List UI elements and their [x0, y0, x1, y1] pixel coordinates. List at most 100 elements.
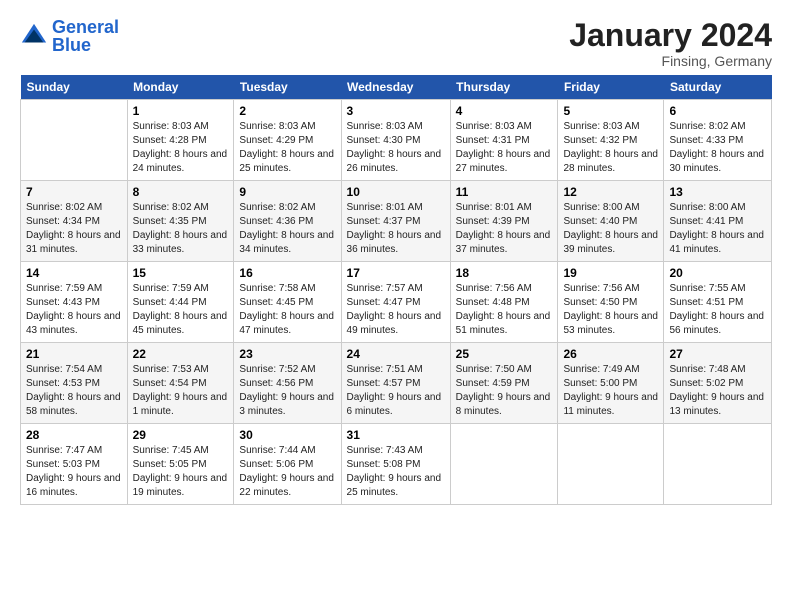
day-detail: Sunrise: 7:44 AMSunset: 5:06 PMDaylight:… [239, 445, 334, 498]
calendar-cell: 17 Sunrise: 7:57 AMSunset: 4:47 PMDaylig… [341, 262, 450, 343]
day-detail: Sunrise: 8:00 AMSunset: 4:40 PMDaylight:… [563, 202, 658, 255]
calendar-cell: 27 Sunrise: 7:48 AMSunset: 5:02 PMDaylig… [664, 343, 772, 424]
calendar-cell: 31 Sunrise: 7:43 AMSunset: 5:08 PMDaylig… [341, 424, 450, 505]
day-number: 21 [26, 347, 122, 361]
calendar-week-row: 14 Sunrise: 7:59 AMSunset: 4:43 PMDaylig… [21, 262, 772, 343]
day-number: 7 [26, 185, 122, 199]
col-header-saturday: Saturday [664, 75, 772, 100]
day-number: 15 [133, 266, 229, 280]
day-detail: Sunrise: 7:43 AMSunset: 5:08 PMDaylight:… [347, 445, 442, 498]
day-detail: Sunrise: 8:02 AMSunset: 4:33 PMDaylight:… [669, 121, 764, 174]
day-number: 1 [133, 104, 229, 118]
logo: General Blue [20, 18, 119, 54]
day-detail: Sunrise: 7:57 AMSunset: 4:47 PMDaylight:… [347, 283, 442, 336]
day-detail: Sunrise: 7:59 AMSunset: 4:44 PMDaylight:… [133, 283, 228, 336]
day-detail: Sunrise: 8:00 AMSunset: 4:41 PMDaylight:… [669, 202, 764, 255]
header: General Blue January 2024 Finsing, Germa… [20, 18, 772, 69]
calendar-cell: 30 Sunrise: 7:44 AMSunset: 5:06 PMDaylig… [234, 424, 341, 505]
day-detail: Sunrise: 8:03 AMSunset: 4:28 PMDaylight:… [133, 121, 228, 174]
calendar-cell: 15 Sunrise: 7:59 AMSunset: 4:44 PMDaylig… [127, 262, 234, 343]
calendar-cell: 26 Sunrise: 7:49 AMSunset: 5:00 PMDaylig… [558, 343, 664, 424]
calendar-cell [21, 100, 128, 181]
calendar-cell: 6 Sunrise: 8:02 AMSunset: 4:33 PMDayligh… [664, 100, 772, 181]
calendar-cell: 28 Sunrise: 7:47 AMSunset: 5:03 PMDaylig… [21, 424, 128, 505]
day-number: 16 [239, 266, 335, 280]
day-detail: Sunrise: 7:45 AMSunset: 5:05 PMDaylight:… [133, 445, 228, 498]
calendar-cell: 2 Sunrise: 8:03 AMSunset: 4:29 PMDayligh… [234, 100, 341, 181]
day-detail: Sunrise: 7:54 AMSunset: 4:53 PMDaylight:… [26, 364, 121, 417]
day-detail: Sunrise: 7:48 AMSunset: 5:02 PMDaylight:… [669, 364, 764, 417]
logo-text: General Blue [52, 18, 119, 54]
day-number: 11 [456, 185, 553, 199]
day-number: 26 [563, 347, 658, 361]
calendar-cell: 19 Sunrise: 7:56 AMSunset: 4:50 PMDaylig… [558, 262, 664, 343]
day-detail: Sunrise: 8:03 AMSunset: 4:32 PMDaylight:… [563, 121, 658, 174]
page-container: General Blue January 2024 Finsing, Germa… [0, 0, 792, 515]
day-number: 19 [563, 266, 658, 280]
month-title: January 2024 [569, 18, 772, 53]
calendar-table: SundayMondayTuesdayWednesdayThursdayFrid… [20, 75, 772, 505]
day-detail: Sunrise: 8:03 AMSunset: 4:29 PMDaylight:… [239, 121, 334, 174]
day-number: 29 [133, 428, 229, 442]
calendar-cell: 23 Sunrise: 7:52 AMSunset: 4:56 PMDaylig… [234, 343, 341, 424]
calendar-cell: 1 Sunrise: 8:03 AMSunset: 4:28 PMDayligh… [127, 100, 234, 181]
day-number: 13 [669, 185, 766, 199]
location: Finsing, Germany [569, 53, 772, 69]
day-number: 9 [239, 185, 335, 199]
day-number: 18 [456, 266, 553, 280]
day-number: 5 [563, 104, 658, 118]
day-detail: Sunrise: 8:02 AMSunset: 4:35 PMDaylight:… [133, 202, 228, 255]
calendar-cell: 25 Sunrise: 7:50 AMSunset: 4:59 PMDaylig… [450, 343, 558, 424]
col-header-friday: Friday [558, 75, 664, 100]
day-number: 2 [239, 104, 335, 118]
day-detail: Sunrise: 7:49 AMSunset: 5:00 PMDaylight:… [563, 364, 658, 417]
calendar-week-row: 21 Sunrise: 7:54 AMSunset: 4:53 PMDaylig… [21, 343, 772, 424]
day-number: 3 [347, 104, 445, 118]
day-number: 20 [669, 266, 766, 280]
day-detail: Sunrise: 7:58 AMSunset: 4:45 PMDaylight:… [239, 283, 334, 336]
calendar-cell: 29 Sunrise: 7:45 AMSunset: 5:05 PMDaylig… [127, 424, 234, 505]
day-detail: Sunrise: 7:55 AMSunset: 4:51 PMDaylight:… [669, 283, 764, 336]
title-block: January 2024 Finsing, Germany [569, 18, 772, 69]
day-number: 28 [26, 428, 122, 442]
calendar-cell: 13 Sunrise: 8:00 AMSunset: 4:41 PMDaylig… [664, 181, 772, 262]
calendar-cell: 20 Sunrise: 7:55 AMSunset: 4:51 PMDaylig… [664, 262, 772, 343]
day-detail: Sunrise: 7:47 AMSunset: 5:03 PMDaylight:… [26, 445, 121, 498]
day-detail: Sunrise: 8:03 AMSunset: 4:30 PMDaylight:… [347, 121, 442, 174]
day-detail: Sunrise: 7:59 AMSunset: 4:43 PMDaylight:… [26, 283, 121, 336]
day-detail: Sunrise: 8:02 AMSunset: 4:34 PMDaylight:… [26, 202, 121, 255]
day-number: 25 [456, 347, 553, 361]
calendar-cell: 11 Sunrise: 8:01 AMSunset: 4:39 PMDaylig… [450, 181, 558, 262]
day-number: 8 [133, 185, 229, 199]
day-number: 6 [669, 104, 766, 118]
day-number: 17 [347, 266, 445, 280]
calendar-cell: 3 Sunrise: 8:03 AMSunset: 4:30 PMDayligh… [341, 100, 450, 181]
calendar-cell: 22 Sunrise: 7:53 AMSunset: 4:54 PMDaylig… [127, 343, 234, 424]
day-detail: Sunrise: 8:02 AMSunset: 4:36 PMDaylight:… [239, 202, 334, 255]
day-detail: Sunrise: 7:51 AMSunset: 4:57 PMDaylight:… [347, 364, 442, 417]
calendar-cell: 18 Sunrise: 7:56 AMSunset: 4:48 PMDaylig… [450, 262, 558, 343]
day-detail: Sunrise: 7:53 AMSunset: 4:54 PMDaylight:… [133, 364, 228, 417]
calendar-cell: 10 Sunrise: 8:01 AMSunset: 4:37 PMDaylig… [341, 181, 450, 262]
calendar-cell: 5 Sunrise: 8:03 AMSunset: 4:32 PMDayligh… [558, 100, 664, 181]
calendar-cell: 12 Sunrise: 8:00 AMSunset: 4:40 PMDaylig… [558, 181, 664, 262]
logo-icon [20, 22, 48, 50]
day-number: 24 [347, 347, 445, 361]
day-detail: Sunrise: 7:56 AMSunset: 4:50 PMDaylight:… [563, 283, 658, 336]
col-header-monday: Monday [127, 75, 234, 100]
calendar-cell [450, 424, 558, 505]
day-number: 14 [26, 266, 122, 280]
calendar-cell: 16 Sunrise: 7:58 AMSunset: 4:45 PMDaylig… [234, 262, 341, 343]
calendar-cell: 9 Sunrise: 8:02 AMSunset: 4:36 PMDayligh… [234, 181, 341, 262]
calendar-cell: 24 Sunrise: 7:51 AMSunset: 4:57 PMDaylig… [341, 343, 450, 424]
calendar-cell [558, 424, 664, 505]
day-number: 22 [133, 347, 229, 361]
calendar-header-row: SundayMondayTuesdayWednesdayThursdayFrid… [21, 75, 772, 100]
calendar-cell [664, 424, 772, 505]
day-detail: Sunrise: 8:01 AMSunset: 4:37 PMDaylight:… [347, 202, 442, 255]
day-detail: Sunrise: 8:03 AMSunset: 4:31 PMDaylight:… [456, 121, 551, 174]
day-detail: Sunrise: 7:56 AMSunset: 4:48 PMDaylight:… [456, 283, 551, 336]
calendar-cell: 8 Sunrise: 8:02 AMSunset: 4:35 PMDayligh… [127, 181, 234, 262]
day-number: 23 [239, 347, 335, 361]
calendar-week-row: 1 Sunrise: 8:03 AMSunset: 4:28 PMDayligh… [21, 100, 772, 181]
